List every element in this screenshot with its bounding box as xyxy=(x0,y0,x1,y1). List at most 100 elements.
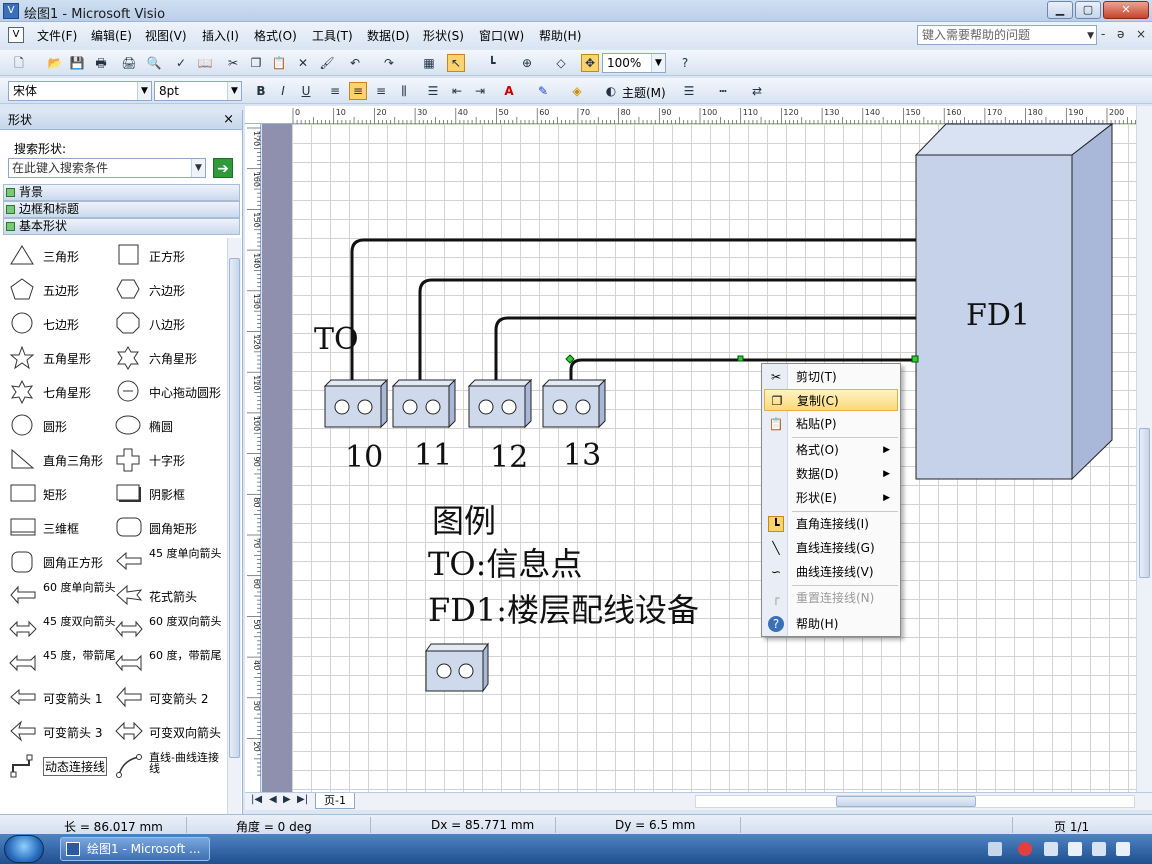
volume-icon[interactable] xyxy=(1068,842,1082,856)
font-select[interactable]: 宋体 ▼ xyxy=(8,81,152,101)
help-icon[interactable]: ? xyxy=(676,54,694,72)
align-left-icon[interactable]: ≡ xyxy=(326,82,344,100)
shape-60-double-arrow[interactable]: 60 度双向箭头 xyxy=(113,614,223,644)
stencil-basic-shapes[interactable]: 基本形状 xyxy=(3,218,240,235)
line-pattern-icon[interactable]: ┅ xyxy=(714,82,732,100)
first-page-icon[interactable]: |◀ xyxy=(251,794,262,805)
search-go-button[interactable]: ➔ xyxy=(213,158,233,178)
keyboard-icon[interactable] xyxy=(988,842,1002,856)
font-size-select[interactable]: 8pt ▼ xyxy=(154,81,242,101)
spelling-icon[interactable]: ✓ xyxy=(172,54,190,72)
mdi-minimize-button[interactable]: - xyxy=(1101,27,1105,41)
shape-five-point-star[interactable]: 五角星形 xyxy=(7,342,117,372)
menu-help[interactable]: 帮助(H) xyxy=(539,27,581,44)
fd1-label[interactable]: FD1 xyxy=(966,298,1030,333)
close-icon[interactable]: × xyxy=(223,110,234,130)
tray-app-icon[interactable] xyxy=(1018,842,1032,856)
shape-45-single-arrow[interactable]: 45 度单向箭头 xyxy=(113,546,223,576)
shape-heptagon[interactable]: 七边形 xyxy=(7,308,117,338)
shape-45-double-arrow[interactable]: 45 度双向箭头 xyxy=(7,614,117,644)
menu-shape[interactable]: 形状(S) xyxy=(423,27,464,44)
chevron-down-icon[interactable]: ▼ xyxy=(191,159,205,177)
delete-icon[interactable]: ✕ xyxy=(294,54,312,72)
ctx-curved-connector[interactable]: ∽ 曲线连接线(V) xyxy=(764,561,898,583)
network-icon[interactable] xyxy=(1044,842,1058,856)
research-icon[interactable]: 📖 xyxy=(196,54,214,72)
bullets-icon[interactable]: ☰ xyxy=(424,82,442,100)
menu-window[interactable]: 窗口(W) xyxy=(479,27,524,44)
shape-center-drag-circle[interactable]: 中心拖动圆形 xyxy=(113,376,223,406)
line-weight-icon[interactable]: ☰ xyxy=(680,82,698,100)
print-icon[interactable]: 🖨 xyxy=(120,54,138,72)
redo-icon[interactable]: ↷ xyxy=(380,54,398,72)
pan-zoom-icon[interactable]: ✥ xyxy=(581,54,599,72)
canvas-scrollbar-thumb[interactable] xyxy=(1139,428,1150,578)
shape-rectangle[interactable]: 矩形 xyxy=(7,478,117,508)
canvas-vertical-scrollbar[interactable] xyxy=(1136,106,1152,792)
chevron-down-icon[interactable]: ▼ xyxy=(137,82,151,100)
maximize-button[interactable]: ▢ xyxy=(1075,1,1101,19)
shapes-scrollbar[interactable] xyxy=(227,238,241,816)
ctx-help[interactable]: ? 帮助(H) xyxy=(764,613,898,635)
shape-six-point-star[interactable]: 六角星形 xyxy=(113,342,223,372)
italic-icon[interactable]: I xyxy=(274,82,292,100)
menu-format[interactable]: 格式(O) xyxy=(254,27,297,44)
canvas-hscroll-thumb[interactable] xyxy=(836,796,976,807)
shape-variable-arrow-1[interactable]: 可变箭头 1 xyxy=(7,682,117,712)
stencil-borders-titles[interactable]: 边框和标题 xyxy=(3,201,240,218)
action-center-icon[interactable] xyxy=(1116,842,1130,856)
save-icon[interactable]: 💾 xyxy=(68,54,86,72)
legend-title[interactable]: 图例 xyxy=(432,496,496,542)
menu-insert[interactable]: 插入(I) xyxy=(202,27,239,44)
mdi-close-button[interactable]: × xyxy=(1136,27,1146,41)
shapes-scrollbar-thumb[interactable] xyxy=(229,258,240,758)
outlet-label-11[interactable]: 11 xyxy=(414,438,452,473)
connector-tool-icon[interactable]: ┗ xyxy=(483,54,501,72)
shape-dynamic-connector[interactable]: 动态连接线 xyxy=(7,750,117,780)
increase-indent-icon[interactable]: ⇥ xyxy=(471,82,489,100)
rectangle-tool-icon[interactable]: ◇ xyxy=(552,54,570,72)
shape-pentagon[interactable]: 五边形 xyxy=(7,274,117,304)
next-page-icon[interactable]: ▶ xyxy=(283,794,291,805)
shape-3d-box[interactable]: 三维框 xyxy=(7,512,117,542)
shape-seven-point-star[interactable]: 七角星形 xyxy=(7,376,117,406)
shape-shadow-box[interactable]: 阴影框 xyxy=(113,478,223,508)
prev-page-icon[interactable]: ◀ xyxy=(269,794,277,805)
chevron-down-icon[interactable]: ▼ xyxy=(227,82,241,100)
ctx-shape[interactable]: 形状(E) ▶ xyxy=(764,487,898,509)
start-button[interactable] xyxy=(4,835,44,863)
shape-60-single-arrow[interactable]: 60 度单向箭头 xyxy=(7,580,117,610)
ctx-copy[interactable]: ❐ 复制(C) xyxy=(764,389,898,411)
shape-fancy-arrow[interactable]: 花式箭头 xyxy=(113,580,223,610)
new-icon[interactable]: 🗋 xyxy=(10,54,28,72)
cut-icon[interactable]: ✂ xyxy=(224,54,242,72)
chevron-down-icon[interactable]: ▼ xyxy=(1087,27,1094,45)
line-color-icon[interactable]: ✎ xyxy=(534,82,552,100)
fill-color-icon[interactable]: ◈ xyxy=(568,82,586,100)
shape-45-tailed-arrow[interactable]: 45 度，带箭尾 xyxy=(7,648,117,678)
menu-edit[interactable]: 编辑(E) xyxy=(91,27,132,44)
ctx-paste[interactable]: 📋 粘贴(P) xyxy=(764,413,898,435)
outlet-label-12[interactable]: 12 xyxy=(490,440,528,475)
theme-button[interactable]: 主题(M) xyxy=(622,84,666,101)
ctx-format[interactable]: 格式(O) ▶ xyxy=(764,439,898,461)
shape-variable-arrow-3[interactable]: 可变箭头 3 xyxy=(7,716,117,746)
visio-app-icon[interactable]: V xyxy=(3,3,19,19)
outlet-label-10[interactable]: 10 xyxy=(345,440,383,475)
pointer-tool-icon[interactable]: ↖ xyxy=(447,54,465,72)
print-preview-icon[interactable]: 🔍 xyxy=(145,54,163,72)
menu-data[interactable]: 数据(D) xyxy=(367,27,410,44)
open-icon[interactable]: 📂 xyxy=(46,54,64,72)
menu-file[interactable]: 文件(F) xyxy=(37,27,77,44)
copy-icon[interactable]: ❐ xyxy=(247,54,265,72)
decrease-indent-icon[interactable]: ⇤ xyxy=(448,82,466,100)
mdi-restore-button[interactable]: ǝ xyxy=(1117,27,1124,41)
theme-icon[interactable]: ◐ xyxy=(602,82,620,100)
shape-right-triangle[interactable]: 直角三角形 xyxy=(7,444,117,474)
ctx-straight-connector[interactable]: ╲ 直线连接线(G) xyxy=(764,537,898,559)
legend-to-text[interactable]: TO:信息点 xyxy=(428,539,582,585)
line-ends-icon[interactable]: ⇄ xyxy=(748,82,766,100)
shape-line-curve-connector[interactable]: 直线-曲线连接线 xyxy=(113,750,223,780)
page-tab[interactable]: 页-1 xyxy=(315,793,355,809)
format-painter-icon[interactable]: 🖌 xyxy=(318,54,336,72)
